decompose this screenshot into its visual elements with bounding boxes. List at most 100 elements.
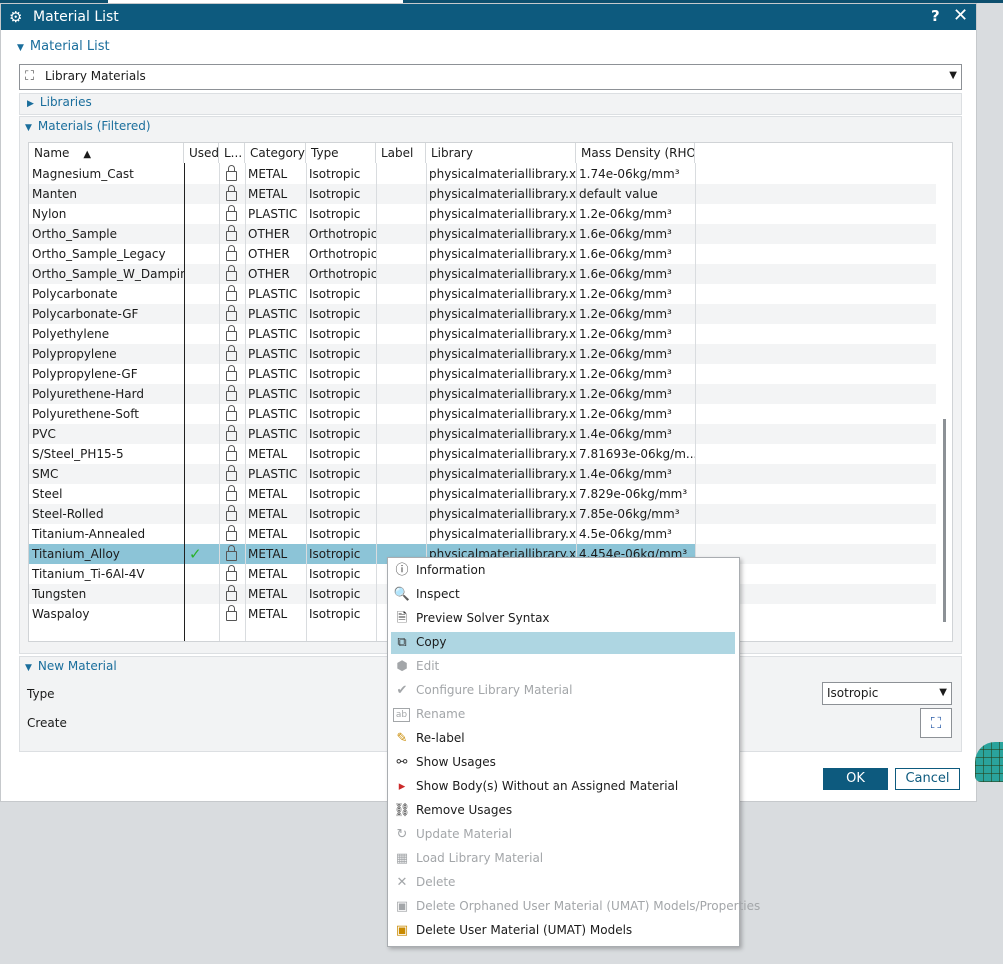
menu-item-label: Load Library Material (416, 851, 544, 865)
column-separator (219, 163, 220, 641)
menu-item-show-body-s-without-an-assigned-material[interactable]: ▸ Show Body(s) Without an Assigned Materi… (388, 775, 739, 799)
lock-icon (226, 485, 237, 501)
menu-item-label: Rename (416, 707, 466, 721)
menu-item-inspect[interactable]: 🔍 Inspect (388, 583, 739, 607)
cell-category: METAL (248, 547, 288, 561)
cell-lock (219, 304, 245, 324)
cell-category: METAL (248, 587, 288, 601)
table-row[interactable]: Polycarbonate PLASTIC Isotropic physicalmat… (29, 284, 936, 304)
menu-item-information[interactable]: ⓘ Information (388, 559, 739, 583)
collapse-triangle-icon: ▼ (17, 43, 24, 53)
libraries-section-toggle[interactable]: ▶ Libraries (27, 95, 92, 109)
cell-category: METAL (248, 607, 288, 621)
column-header-label: Used (189, 146, 219, 160)
info-icon: ⓘ (395, 563, 409, 578)
cell-category: PLASTIC (248, 327, 298, 341)
material-list-section-toggle[interactable]: ▼ Material List (17, 39, 110, 54)
cell-type: Isotropic (309, 327, 361, 341)
table-row[interactable]: Steel METAL Isotropic physicalmateriallibra… (29, 484, 936, 504)
table-row[interactable]: Ortho_Sample OTHER Orthotropic physicalmate… (29, 224, 936, 244)
table-row[interactable]: Polypropylene PLASTIC Isotropic physicalmat… (29, 344, 936, 364)
ok-button[interactable]: OK (823, 768, 888, 790)
cell-lock (219, 324, 245, 344)
cell-label (376, 364, 426, 384)
materials-section-toggle[interactable]: ▼ Materials (Filtered) (25, 119, 151, 133)
menu-item-label: Configure Library Material (416, 683, 573, 697)
cell-name: Polypropylene-GF (32, 367, 138, 381)
cell-label (376, 424, 426, 444)
cell-category: METAL (248, 487, 288, 501)
table-row[interactable]: Nylon PLASTIC Isotropic physicalmateriallib… (29, 204, 936, 224)
table-scrollbar[interactable] (943, 419, 946, 622)
menu-item-remove-usages[interactable]: ⛓ Remove Usages (388, 799, 739, 823)
create-material-button[interactable]: ⛶ (920, 708, 952, 738)
table-row[interactable]: Polyurethene-Soft PLASTIC Isotropic physica… (29, 404, 936, 424)
cancel-button[interactable]: Cancel (895, 768, 960, 790)
menu-item-delete: ✕ Delete (388, 871, 739, 895)
column-header-lock[interactable]: L... (219, 143, 245, 163)
cell-library: physicalmateriallibrary.xml (429, 367, 576, 381)
type-dropdown[interactable]: Isotropic ▼ (822, 682, 952, 705)
cell-used (184, 364, 219, 384)
column-separator (184, 163, 185, 641)
menu-item-label: Preview Solver Syntax (416, 611, 550, 625)
table-row[interactable]: SMC PLASTIC Isotropic physicalmateriallibra… (29, 464, 936, 484)
column-header-used[interactable]: Used (184, 143, 219, 163)
column-header-library[interactable]: Library (426, 143, 576, 163)
cell-type: Isotropic (309, 547, 361, 561)
cell-library: physicalmateriallibrary.xml (429, 427, 576, 441)
table-row[interactable]: Polypropylene-GF PLASTIC Isotropic physical… (29, 364, 936, 384)
cell-lock (219, 564, 245, 584)
cell-type: Orthotropic (309, 247, 376, 261)
cell-label (376, 184, 426, 204)
menu-item-delete-user-material-umat-models[interactable]: ▣ Delete User Material (UMAT) Models (388, 919, 739, 943)
cell-label (376, 224, 426, 244)
menu-item-label: Re-label (416, 731, 465, 745)
cell-category: OTHER (248, 227, 290, 241)
cell-name: S/Steel_PH15-5 (32, 447, 124, 461)
cell-density: 7.85e-06kg/mm³ (579, 507, 680, 521)
table-row[interactable]: PVC PLASTIC Isotropic physicalmateriallibra… (29, 424, 936, 444)
table-row[interactable]: Polyethylene PLASTIC Isotropic physicalmate… (29, 324, 936, 344)
table-row[interactable]: Ortho_Sample_Legacy OTHER Orthotropic physi… (29, 244, 936, 264)
rename-icon: ab (393, 708, 410, 722)
cell-lock (219, 544, 245, 564)
relabel-icon: ✎ (396, 731, 408, 746)
close-button[interactable]: ✕ (953, 5, 968, 26)
expand-triangle-icon: ▶ (27, 99, 34, 109)
cell-name: Polyethylene (32, 327, 110, 341)
table-row[interactable]: Magnesium_Cast METAL Isotropic physicalmate… (29, 164, 936, 184)
cell-used (184, 224, 219, 244)
menu-item-show-usages[interactable]: ⚯ Show Usages (388, 751, 739, 775)
title-bar[interactable]: ⚙ Material List ? ✕ (1, 4, 976, 30)
table-row[interactable]: Titanium-Annealed METAL Isotropic physicalm… (29, 524, 936, 544)
lock-icon (226, 505, 237, 521)
menu-item-preview-solver-syntax[interactable]: 🗎 Preview Solver Syntax (388, 607, 739, 631)
help-button[interactable]: ? (931, 7, 940, 25)
new-material-section-toggle[interactable]: ▼ New Material (25, 659, 117, 673)
lock-icon (226, 185, 237, 201)
background-model-mesh (975, 742, 1003, 782)
cell-category: METAL (248, 167, 288, 181)
column-header-density[interactable]: Mass Density (RHO) (576, 143, 695, 163)
table-row[interactable]: Steel-Rolled METAL Isotropic physicalmateri… (29, 504, 936, 524)
column-header-label[interactable]: Label (376, 143, 426, 163)
table-row[interactable]: S/Steel_PH15-5 METAL Isotropic physicalmate… (29, 444, 936, 464)
library-materials-dropdown[interactable]: ⛶ Library Materials ▼ (19, 64, 962, 90)
column-header-category[interactable]: Category (245, 143, 306, 163)
cell-name: Polycarbonate-GF (32, 307, 139, 321)
remove-usages-icon: ⛓ (393, 803, 411, 818)
cell-used (184, 444, 219, 464)
table-row[interactable]: Polyurethene-Hard PLASTIC Isotropic physica… (29, 384, 936, 404)
table-row[interactable]: Polycarbonate-GF PLASTIC Isotropic physical… (29, 304, 936, 324)
lock-icon (226, 405, 237, 421)
cell-type: Isotropic (309, 347, 361, 361)
table-row[interactable]: Ortho_Sample_W_Damping OTHER Orthotropic ph… (29, 264, 936, 284)
cell-library: physicalmateriallibrary.xml (429, 167, 576, 181)
column-header-type[interactable]: Type (306, 143, 376, 163)
menu-item-re-label[interactable]: ✎ Re-label (388, 727, 739, 751)
column-header-name[interactable]: Name ▲ (29, 143, 184, 163)
cell-used (184, 604, 219, 624)
table-row[interactable]: Manten METAL Isotropic physicalmateriallibr… (29, 184, 936, 204)
menu-item-copy[interactable]: ⧉ Copy (388, 631, 739, 655)
